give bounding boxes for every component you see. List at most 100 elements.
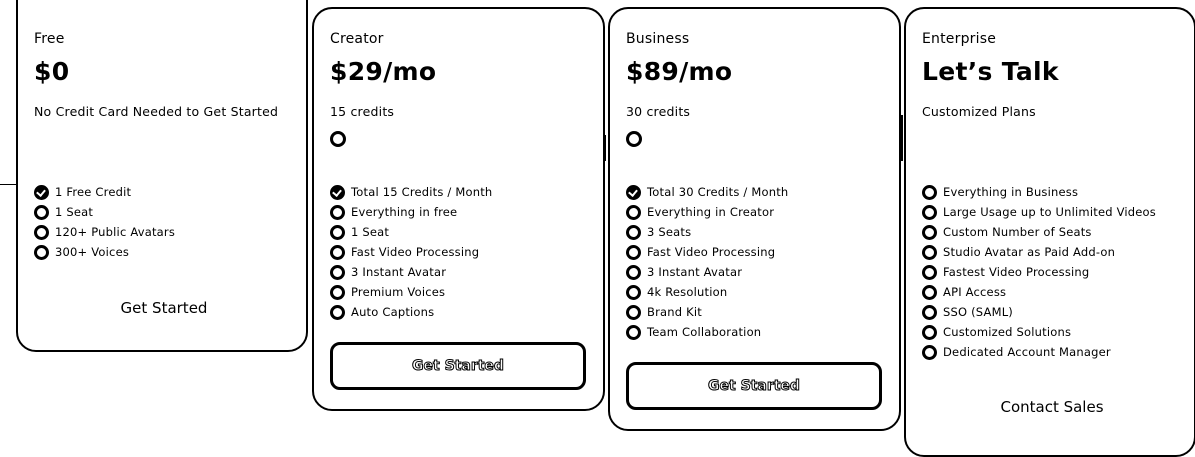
feature-label: Premium Voices: [351, 285, 446, 299]
circle-icon: [626, 324, 641, 340]
feature-label: 1 Seat: [351, 225, 390, 239]
feature-label: Dedicated Account Manager: [943, 345, 1111, 359]
feature-label: 3 Instant Avatar: [351, 265, 447, 279]
plan-subtitle: Customized Plans: [922, 104, 1036, 119]
plan-card-business: Business $89/mo 30 credits Total 30 Cred…: [608, 7, 901, 431]
feature-item: Studio Avatar as Paid Add-on: [922, 242, 1156, 262]
feature-label: Customized Solutions: [943, 325, 1072, 339]
circle-icon: [922, 224, 937, 240]
feature-item: 120+ Public Avatars: [34, 222, 175, 242]
feature-label: API Access: [943, 285, 1007, 299]
feature-label: 3 Instant Avatar: [647, 265, 743, 279]
feature-label: 120+ Public Avatars: [55, 225, 176, 239]
feature-item: Custom Number of Seats: [922, 222, 1156, 242]
feature-item: Team Collaboration: [626, 322, 788, 342]
feature-label: Brand Kit: [647, 305, 702, 319]
feature-item: Auto Captions: [330, 302, 492, 322]
circle-icon: [922, 244, 937, 260]
feature-list: 1 Free Credit 1 Seat 120+ Public Avatars 30…: [34, 182, 175, 262]
circle-icon: [626, 204, 641, 220]
check-icon: [330, 184, 345, 200]
feature-label: 1 Seat: [55, 205, 94, 219]
feature-item: Total 30 Credits / Month: [626, 182, 788, 202]
circle-icon: [922, 184, 937, 200]
feature-list: Total 30 Credits / Month Everything in Cr…: [626, 182, 788, 342]
feature-label: Fastest Video Processing: [943, 265, 1090, 279]
feature-label: Fast Video Processing: [351, 245, 480, 259]
circle-icon: [922, 264, 937, 280]
check-icon: [34, 184, 49, 200]
divider: [0, 184, 16, 185]
plan-subtitle: 30 credits: [626, 104, 691, 119]
plan-name: Business: [626, 31, 690, 47]
feature-item: 4k Resolution: [626, 282, 788, 302]
circle-icon: [626, 264, 641, 280]
feature-label: 1 Free Credit: [55, 185, 132, 199]
divider: [604, 135, 606, 161]
feature-item: Everything in free: [330, 202, 492, 222]
get-started-button[interactable]: Get Started: [18, 299, 310, 317]
feature-list: Total 15 Credits / Month Everything in fr…: [330, 182, 492, 322]
circle-icon: [330, 204, 345, 220]
plan-name: Creator: [330, 31, 384, 47]
circle-icon: [922, 324, 937, 340]
feature-item: Fastest Video Processing: [922, 262, 1156, 282]
feature-item: Everything in Business: [922, 182, 1156, 202]
feature-label: Everything in free: [351, 205, 458, 219]
circle-icon: [330, 304, 345, 320]
circle-icon: [922, 304, 937, 320]
circle-icon: [330, 224, 345, 240]
circle-icon: [626, 244, 641, 260]
feature-list: Everything in Business Large Usage up to …: [922, 182, 1156, 362]
feature-label: Everything in Business: [943, 185, 1079, 199]
circle-icon: [626, 284, 641, 300]
radio-icon: [626, 131, 642, 147]
circle-icon: [922, 284, 937, 300]
feature-item: 3 Seats: [626, 222, 788, 242]
feature-item: 300+ Voices: [34, 242, 175, 262]
feature-label: 4k Resolution: [647, 285, 728, 299]
circle-icon: [626, 224, 641, 240]
feature-item: API Access: [922, 282, 1156, 302]
feature-item: Total 15 Credits / Month: [330, 182, 492, 202]
get-started-button[interactable]: Get Started: [330, 342, 586, 390]
feature-label: Auto Captions: [351, 305, 435, 319]
radio-icon: [330, 131, 346, 147]
feature-label: Large Usage up to Unlimited Videos: [943, 205, 1156, 219]
feature-item: Fast Video Processing: [626, 242, 788, 262]
plan-price: $29/mo: [330, 57, 437, 86]
check-icon: [626, 184, 641, 200]
divider: [901, 115, 903, 161]
feature-label: Fast Video Processing: [647, 245, 776, 259]
feature-item: 1 Seat: [330, 222, 492, 242]
circle-icon: [922, 344, 937, 360]
circle-icon: [626, 304, 641, 320]
plan-subtitle: 15 credits: [330, 104, 395, 119]
get-started-button[interactable]: Get Started: [626, 362, 882, 410]
circle-icon: [34, 224, 49, 240]
contact-sales-button[interactable]: Contact Sales: [906, 398, 1195, 416]
feature-item: 3 Instant Avatar: [330, 262, 492, 282]
feature-item: 3 Instant Avatar: [626, 262, 788, 282]
feature-item: Customized Solutions: [922, 322, 1156, 342]
feature-label: Total 30 Credits / Month: [647, 185, 789, 199]
feature-item: 1 Free Credit: [34, 182, 175, 202]
circle-icon: [330, 284, 345, 300]
circle-icon: [34, 204, 49, 220]
feature-item: Fast Video Processing: [330, 242, 492, 262]
plan-name: Enterprise: [922, 31, 997, 47]
plan-price: Let’s Talk: [922, 57, 1059, 86]
plan-price: $0: [34, 57, 70, 86]
plan-card-free: Free $0 No Credit Card Needed to Get Sta…: [16, 0, 308, 352]
feature-label: Team Collaboration: [647, 325, 762, 339]
feature-label: 3 Seats: [647, 225, 692, 239]
feature-label: SSO (SAML): [943, 305, 1013, 319]
plan-card-enterprise: Enterprise Let’s Talk Customized Plans E…: [904, 7, 1195, 457]
feature-label: Custom Number of Seats: [943, 225, 1092, 239]
feature-label: Studio Avatar as Paid Add-on: [943, 245, 1116, 259]
feature-item: Premium Voices: [330, 282, 492, 302]
circle-icon: [330, 244, 345, 260]
circle-icon: [330, 264, 345, 280]
plan-name: Free: [34, 31, 65, 47]
feature-label: Everything in Creator: [647, 205, 775, 219]
